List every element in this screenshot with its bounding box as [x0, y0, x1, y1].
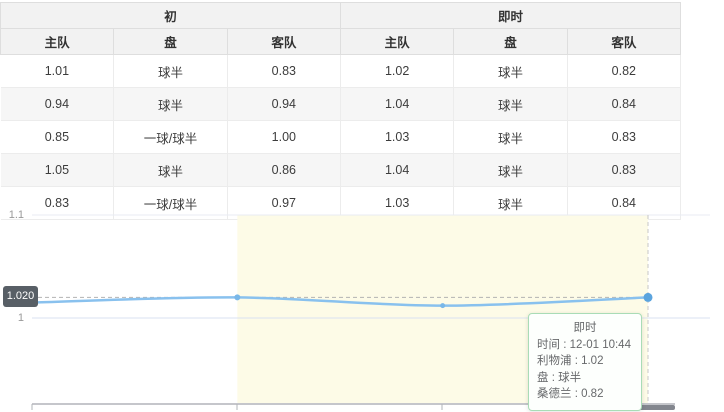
odds-cell: 0.82: [567, 55, 680, 88]
odds-cell: 球半: [114, 55, 227, 88]
current-value-badge: 1.020: [3, 286, 38, 307]
odds-cell: 一球/球半: [114, 121, 227, 154]
col-header-away-live: 客队: [567, 29, 680, 55]
table-row: 0.85 一球/球半 1.00 1.03 球半 0.83: [1, 121, 681, 154]
odds-cell: 球半: [454, 55, 567, 88]
odds-cell: 0.94: [227, 88, 340, 121]
odds-cell: 1.00: [227, 121, 340, 154]
tooltip-away-odds: 桑德兰 : 0.82: [537, 386, 633, 403]
tooltip-handicap: 盘 : 球半: [537, 370, 633, 387]
odds-cell: 1.01: [1, 55, 114, 88]
chart-tooltip: 即时 时间 : 12-01 10:44 利物浦 : 1.02 盘 : 球半 桑德…: [528, 313, 642, 411]
y-axis-tick-label-max: 1.1: [0, 209, 24, 222]
odds-cell: 0.94: [1, 88, 114, 121]
table-row: 0.94 球半 0.94 1.04 球半 0.84: [1, 88, 681, 121]
odds-cell: 球半: [454, 121, 567, 154]
col-header-away-initial: 客队: [227, 29, 340, 55]
odds-cell: 1.05: [1, 154, 114, 187]
odds-cell: 0.83: [567, 154, 680, 187]
odds-cell: 1.02: [340, 55, 453, 88]
y-axis-tick-label-min: 1: [0, 312, 24, 325]
col-header-handicap-initial: 盘: [114, 29, 227, 55]
odds-cell: 球半: [114, 88, 227, 121]
column-header-row: 主队 盘 客队 主队 盘 客队: [1, 29, 681, 55]
group-header-initial: 初: [1, 3, 341, 29]
col-header-handicap-live: 盘: [454, 29, 567, 55]
odds-cell: 0.84: [567, 88, 680, 121]
tooltip-home-odds: 利物浦 : 1.02: [537, 353, 633, 370]
odds-cell: 0.86: [227, 154, 340, 187]
odds-cell: 1.04: [340, 154, 453, 187]
table-row: 1.05 球半 0.86 1.04 球半 0.83: [1, 154, 681, 187]
col-header-home-live: 主队: [340, 29, 453, 55]
odds-cell: 球半: [114, 154, 227, 187]
col-header-home-initial: 主队: [1, 29, 114, 55]
tooltip-title: 即时: [537, 320, 633, 337]
odds-cell: 球半: [454, 88, 567, 121]
odds-cell: 1.03: [340, 121, 453, 154]
odds-cell: 0.83: [227, 55, 340, 88]
group-header-row: 初 即时: [1, 3, 681, 29]
odds-cell: 球半: [454, 154, 567, 187]
odds-cell: 1.04: [340, 88, 453, 121]
odds-table: 初 即时 主队 盘 客队 主队 盘 客队 1.01 球半 0.83 1.02 球…: [0, 2, 681, 220]
odds-cell: 0.83: [567, 121, 680, 154]
odds-cell: 0.85: [1, 121, 114, 154]
group-header-live: 即时: [340, 3, 680, 29]
tooltip-time: 时间 : 12-01 10:44: [537, 337, 633, 354]
table-row: 1.01 球半 0.83 1.02 球半 0.82: [1, 55, 681, 88]
